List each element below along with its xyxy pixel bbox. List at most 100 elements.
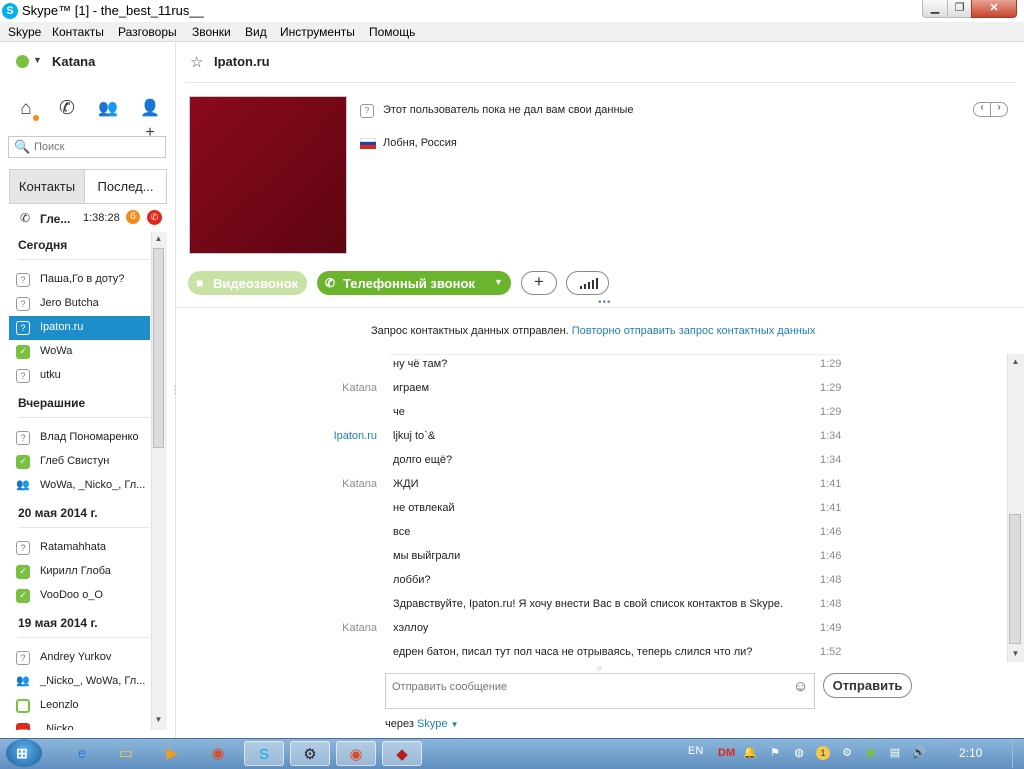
send-button[interactable]: Отправить [823,673,912,698]
contact-item[interactable]: ? Andrey Yurkov [9,646,150,670]
search-input[interactable] [34,138,159,156]
scroll-down-arrow-icon[interactable]: ▼ [151,715,166,724]
group-icon[interactable]: 👥 [96,97,120,121]
steam-tray-icon[interactable]: ⚙ [840,746,854,760]
contact-item[interactable]: 👥 WoWa, _Nicko_, Гл... [9,474,150,498]
chevron-down-icon[interactable]: ▼ [494,277,503,287]
close-button[interactable]: ✕ [971,0,1017,18]
menu-contacts[interactable]: Контакты [52,25,104,39]
hang-up-icon[interactable]: ✆ [147,210,162,225]
scroll-down-arrow-icon[interactable]: ▼ [1008,649,1023,658]
contact-item[interactable]: Leonzlo [9,694,150,718]
minimize-button[interactable]: ▁ [922,0,948,18]
chevron-left-icon[interactable]: ‹ [975,102,989,113]
action-center-flag-icon[interactable]: ⚑ [768,746,782,760]
menu-conversations[interactable]: Разговоры [118,25,177,39]
media-player-icon[interactable]: ▶ [152,741,192,766]
file-explorer-icon[interactable]: ▭ [106,741,146,766]
contact-item[interactable]: ? Jero Butcha [9,292,150,316]
status-offline-icon [16,699,30,713]
russia-flag-icon [360,138,376,150]
contact-item[interactable]: ? Влад Пономаренко [9,426,150,450]
message-time: 1:34 [820,454,842,466]
contact-item[interactable]: ? Паша,Го в доту? [9,268,150,292]
divider [18,417,150,418]
status-unknown-icon: ? [16,369,30,383]
resend-request-link[interactable]: Повторно отправить запрос контактных дан… [572,325,816,337]
message-sender[interactable]: Katana [342,478,377,490]
scroll-up-arrow-icon[interactable]: ▲ [1008,357,1023,366]
phone-call-button[interactable]: ✆ Телефонный звонок ▼ [317,271,511,295]
scrollbar-thumb[interactable] [1009,514,1021,644]
message-sender[interactable]: Katana [342,622,377,634]
contact-location: Лобня, Россия [383,137,457,149]
clock[interactable]: 2:10 [959,746,982,760]
phone-icon[interactable]: ✆ [55,97,79,121]
chrome-icon[interactable]: ◉ [198,741,238,766]
via-service-selector[interactable]: Skype ▼ [417,718,459,730]
contact-item[interactable]: ? Ratamahhata [9,536,150,560]
display-icon[interactable]: ▤ [888,746,902,760]
menu-tools[interactable]: Инструменты [280,25,355,39]
menu-help[interactable]: Помощь [369,25,415,39]
status-online-icon: ✓ [16,589,30,603]
contact-item[interactable]: ✓ VooDoo o_O [9,584,150,608]
message-sender[interactable]: Katana [342,382,377,394]
volume-icon[interactable]: 🔊 [912,746,926,760]
contact-item[interactable]: ✓ Кирилл Глоба [9,560,150,584]
internet-explorer-icon[interactable]: e [62,741,102,766]
status-unknown-icon: ? [16,297,30,311]
show-desktop-button[interactable] [1012,739,1024,768]
contact-item[interactable]: ✓ Глеб Свистун [9,450,150,474]
start-button[interactable]: ⊞ [6,739,42,767]
call-quality-button[interactable] [566,271,609,295]
contact-item[interactable]: ? utku [9,364,150,388]
scroll-up-arrow-icon[interactable]: ▲ [151,234,166,243]
menu-skype[interactable]: Skype [8,25,41,39]
message-input[interactable] [392,679,782,695]
group-chat-icon: 👥 [16,479,30,491]
status-icon[interactable] [16,55,29,68]
contact-item[interactable]: ✓ WoWa [9,340,150,364]
tab-recent[interactable]: Послед... [85,169,167,204]
favorite-star-icon[interactable]: ☆ [190,53,203,71]
message-text: ну чё там? [393,358,448,370]
chat-message: все 1:46 [185,526,1005,550]
scrollbar-thumb[interactable] [153,248,164,448]
contact-name: Кирилл Глоба [40,565,111,577]
contact-item[interactable]: — _Nicko_ [9,718,150,730]
network-globe-icon[interactable]: ◍ [792,746,806,760]
message-sender[interactable]: Ipaton.ru [334,430,377,442]
chrome-icon[interactable]: ◉ [336,741,376,766]
add-contact-icon[interactable]: 👤+ [138,97,162,141]
daemon-tools-icon[interactable]: DM [718,746,735,760]
user-name[interactable]: Katana [52,54,95,69]
message-time: 1:41 [820,478,842,490]
nvidia-icon[interactable]: ▣ [864,746,878,760]
chevron-down-icon[interactable]: ▼ [33,55,42,65]
notification-bell-icon[interactable]: 🔔 [743,746,757,760]
group-chat-icon: 👥 [16,675,30,687]
menu-view[interactable]: Вид [245,25,267,39]
signal-bar-icon [596,278,598,289]
video-call-button[interactable]: ■ Видеозвонок [188,271,307,295]
skype-taskbar-icon[interactable]: S [244,741,284,766]
contact-item[interactable]: ? Ipaton.ru [9,316,150,340]
message-time: 1:29 [820,382,842,394]
tray-badge-icon[interactable]: 1 [816,746,830,760]
chevron-right-icon[interactable]: › [992,102,1006,113]
language-indicator[interactable]: EN [688,745,703,757]
contact-name: Ratamahhata [40,541,107,553]
tab-contacts[interactable]: Контакты [9,169,85,204]
signal-bar-icon [588,282,590,289]
menu-calls[interactable]: Звонки [192,25,231,39]
emoticon-icon[interactable]: ☺ [793,678,808,695]
contact-group-header: Сегодня [18,238,68,252]
panel-splitter[interactable]: ⋮ [170,385,180,396]
steam-icon[interactable]: ⚙ [290,741,330,766]
maximize-button[interactable]: ❐ [947,0,972,18]
message-time: 1:46 [820,526,842,538]
add-button[interactable]: + [521,271,557,295]
contact-item[interactable]: 👥 _Nicko_, WoWa, Гл... [9,670,150,694]
dota-icon[interactable]: ◆ [382,741,422,766]
